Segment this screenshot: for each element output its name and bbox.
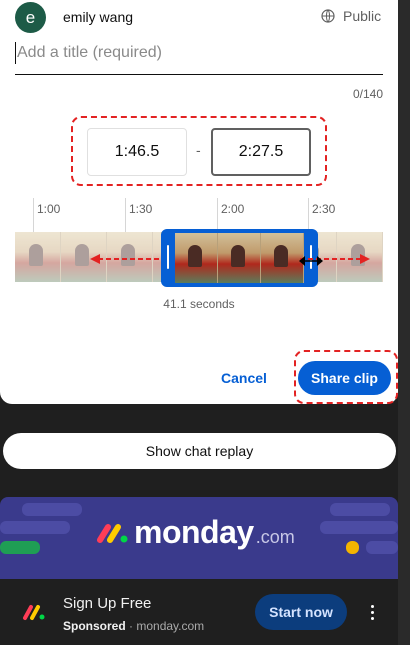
resize-cursor-icon [299,256,323,266]
clip-title-input[interactable] [17,38,377,68]
banner-decoration [366,541,398,554]
sponsored-label: Sponsored [63,619,126,633]
clip-duration: 41.1 seconds [163,297,235,311]
avatar: e [15,2,46,33]
left-trim-handle[interactable] [167,245,169,269]
banner-decoration [0,521,70,534]
filmstrip-frame [175,233,218,283]
end-time-field[interactable]: 2:27.5 [211,128,311,176]
ad-meta: Sponsored · monday.com [63,619,204,633]
clip-dialog: e emily wang Public 0/140 1:46.5 - 2:27.… [0,0,398,404]
ad-domain: monday.com [136,619,205,633]
monday-logo-icon [97,523,128,543]
selected-frames [175,233,304,283]
channel-name: emily wang [63,9,134,25]
banner-decoration [346,541,359,554]
tick-line [217,198,218,232]
character-count: 0/140 [352,87,383,101]
banner-decoration [22,503,82,516]
ad-title[interactable]: Sign Up Free [63,595,151,612]
logo-wordmark: monday [134,514,254,550]
monday-icon [23,605,45,620]
globe-icon [321,9,335,23]
cancel-button[interactable]: Cancel [207,362,281,394]
clip-selection-window[interactable] [161,229,318,287]
show-chat-replay-button[interactable]: Show chat replay [3,433,396,469]
more-options-icon[interactable] [362,598,382,626]
start-now-button[interactable]: Start now [255,594,347,630]
page-edge [398,0,410,645]
time-separator: - [196,142,201,158]
tick-line [33,198,34,232]
share-clip-button[interactable]: Share clip [298,361,391,395]
banner-decoration [320,521,398,534]
filmstrip-frame [218,233,261,283]
ad-banner[interactable]: monday .com [0,497,398,579]
banner-decoration [0,541,40,554]
filmstrip-frame [261,233,304,283]
banner-decoration [330,503,390,516]
timeline-ticks: 1:00 1:30 2:00 2:30 [0,198,398,232]
drag-left-arrow-icon [90,254,160,264]
tick-label: 2:30 [312,202,336,216]
text-caret [15,42,16,64]
visibility-selector[interactable]: Public [321,8,381,24]
logo-tld: .com [255,527,295,547]
tick-line [125,198,126,232]
tick-label: 2:00 [221,202,245,216]
monday-logo: monday .com [96,514,295,551]
ad-info: Sign Up Free Sponsored · monday.com Star… [0,579,398,645]
start-time-field[interactable]: 1:46.5 [87,128,187,176]
tick-label: 1:00 [37,202,61,216]
tick-label: 1:30 [129,202,153,216]
tick-line [308,198,309,232]
visibility-label: Public [343,8,382,24]
clip-title-field[interactable] [15,38,383,75]
